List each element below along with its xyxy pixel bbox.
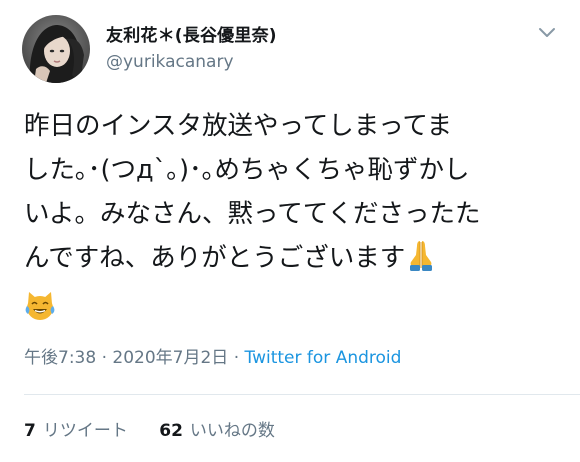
tweet-emoji-line <box>24 286 564 336</box>
chevron-down-icon[interactable] <box>536 25 558 41</box>
avatar[interactable] <box>22 15 90 83</box>
divider <box>24 394 580 395</box>
tweet-text-line: いよ。みなさん、黙っててくださったた <box>24 199 481 229</box>
tweet-text-line: した｡･(つд`｡)･｡めちゃくちゃ恥ずかし <box>24 155 470 185</box>
likes-stat[interactable]: 62 いいねの数 <box>159 416 275 441</box>
likes-count: 62 <box>159 421 183 441</box>
folded-hands-emoji-icon <box>405 238 437 286</box>
retweets-count: 7 <box>24 421 36 441</box>
tweet-stats: 7 リツイート 62 いいねの数 <box>24 416 301 441</box>
tweet-text-segment: んですね、ありがとうございます <box>24 243 406 273</box>
cat-tears-of-joy-emoji-icon <box>24 290 56 336</box>
retweets-stat[interactable]: 7 リツイート <box>24 416 128 441</box>
tweet-date[interactable]: 2020年7月2日 <box>112 348 228 368</box>
tweet-time[interactable]: 午後7:38 <box>24 348 96 368</box>
tweet-text-line: 昨日のインスタ放送やってしまってま <box>24 111 453 141</box>
tweet-source-link[interactable]: Twitter for Android <box>245 348 402 368</box>
likes-label: いいねの数 <box>189 421 275 441</box>
tweet-text-line-with-emoji: んですね、ありがとうございます <box>24 236 564 286</box>
tweet-text: 昨日のインスタ放送やってしまってま した｡･(つд`｡)･｡めちゃくちゃ恥ずかし… <box>24 104 564 336</box>
author-handle[interactable]: @yurikacanary <box>106 52 234 72</box>
meta-separator: · <box>233 348 240 368</box>
retweets-label: リツイート <box>42 421 128 441</box>
tweet-card: 友利花＊(長谷優里奈) @yurikacanary 昨日のインスタ放送やってしま… <box>0 0 580 462</box>
tweet-meta: 午後7:38 · 2020年7月2日 · Twitter for Android <box>24 343 401 368</box>
author-display-name[interactable]: 友利花＊(長谷優里奈) <box>106 21 277 46</box>
meta-separator: · <box>101 348 107 368</box>
